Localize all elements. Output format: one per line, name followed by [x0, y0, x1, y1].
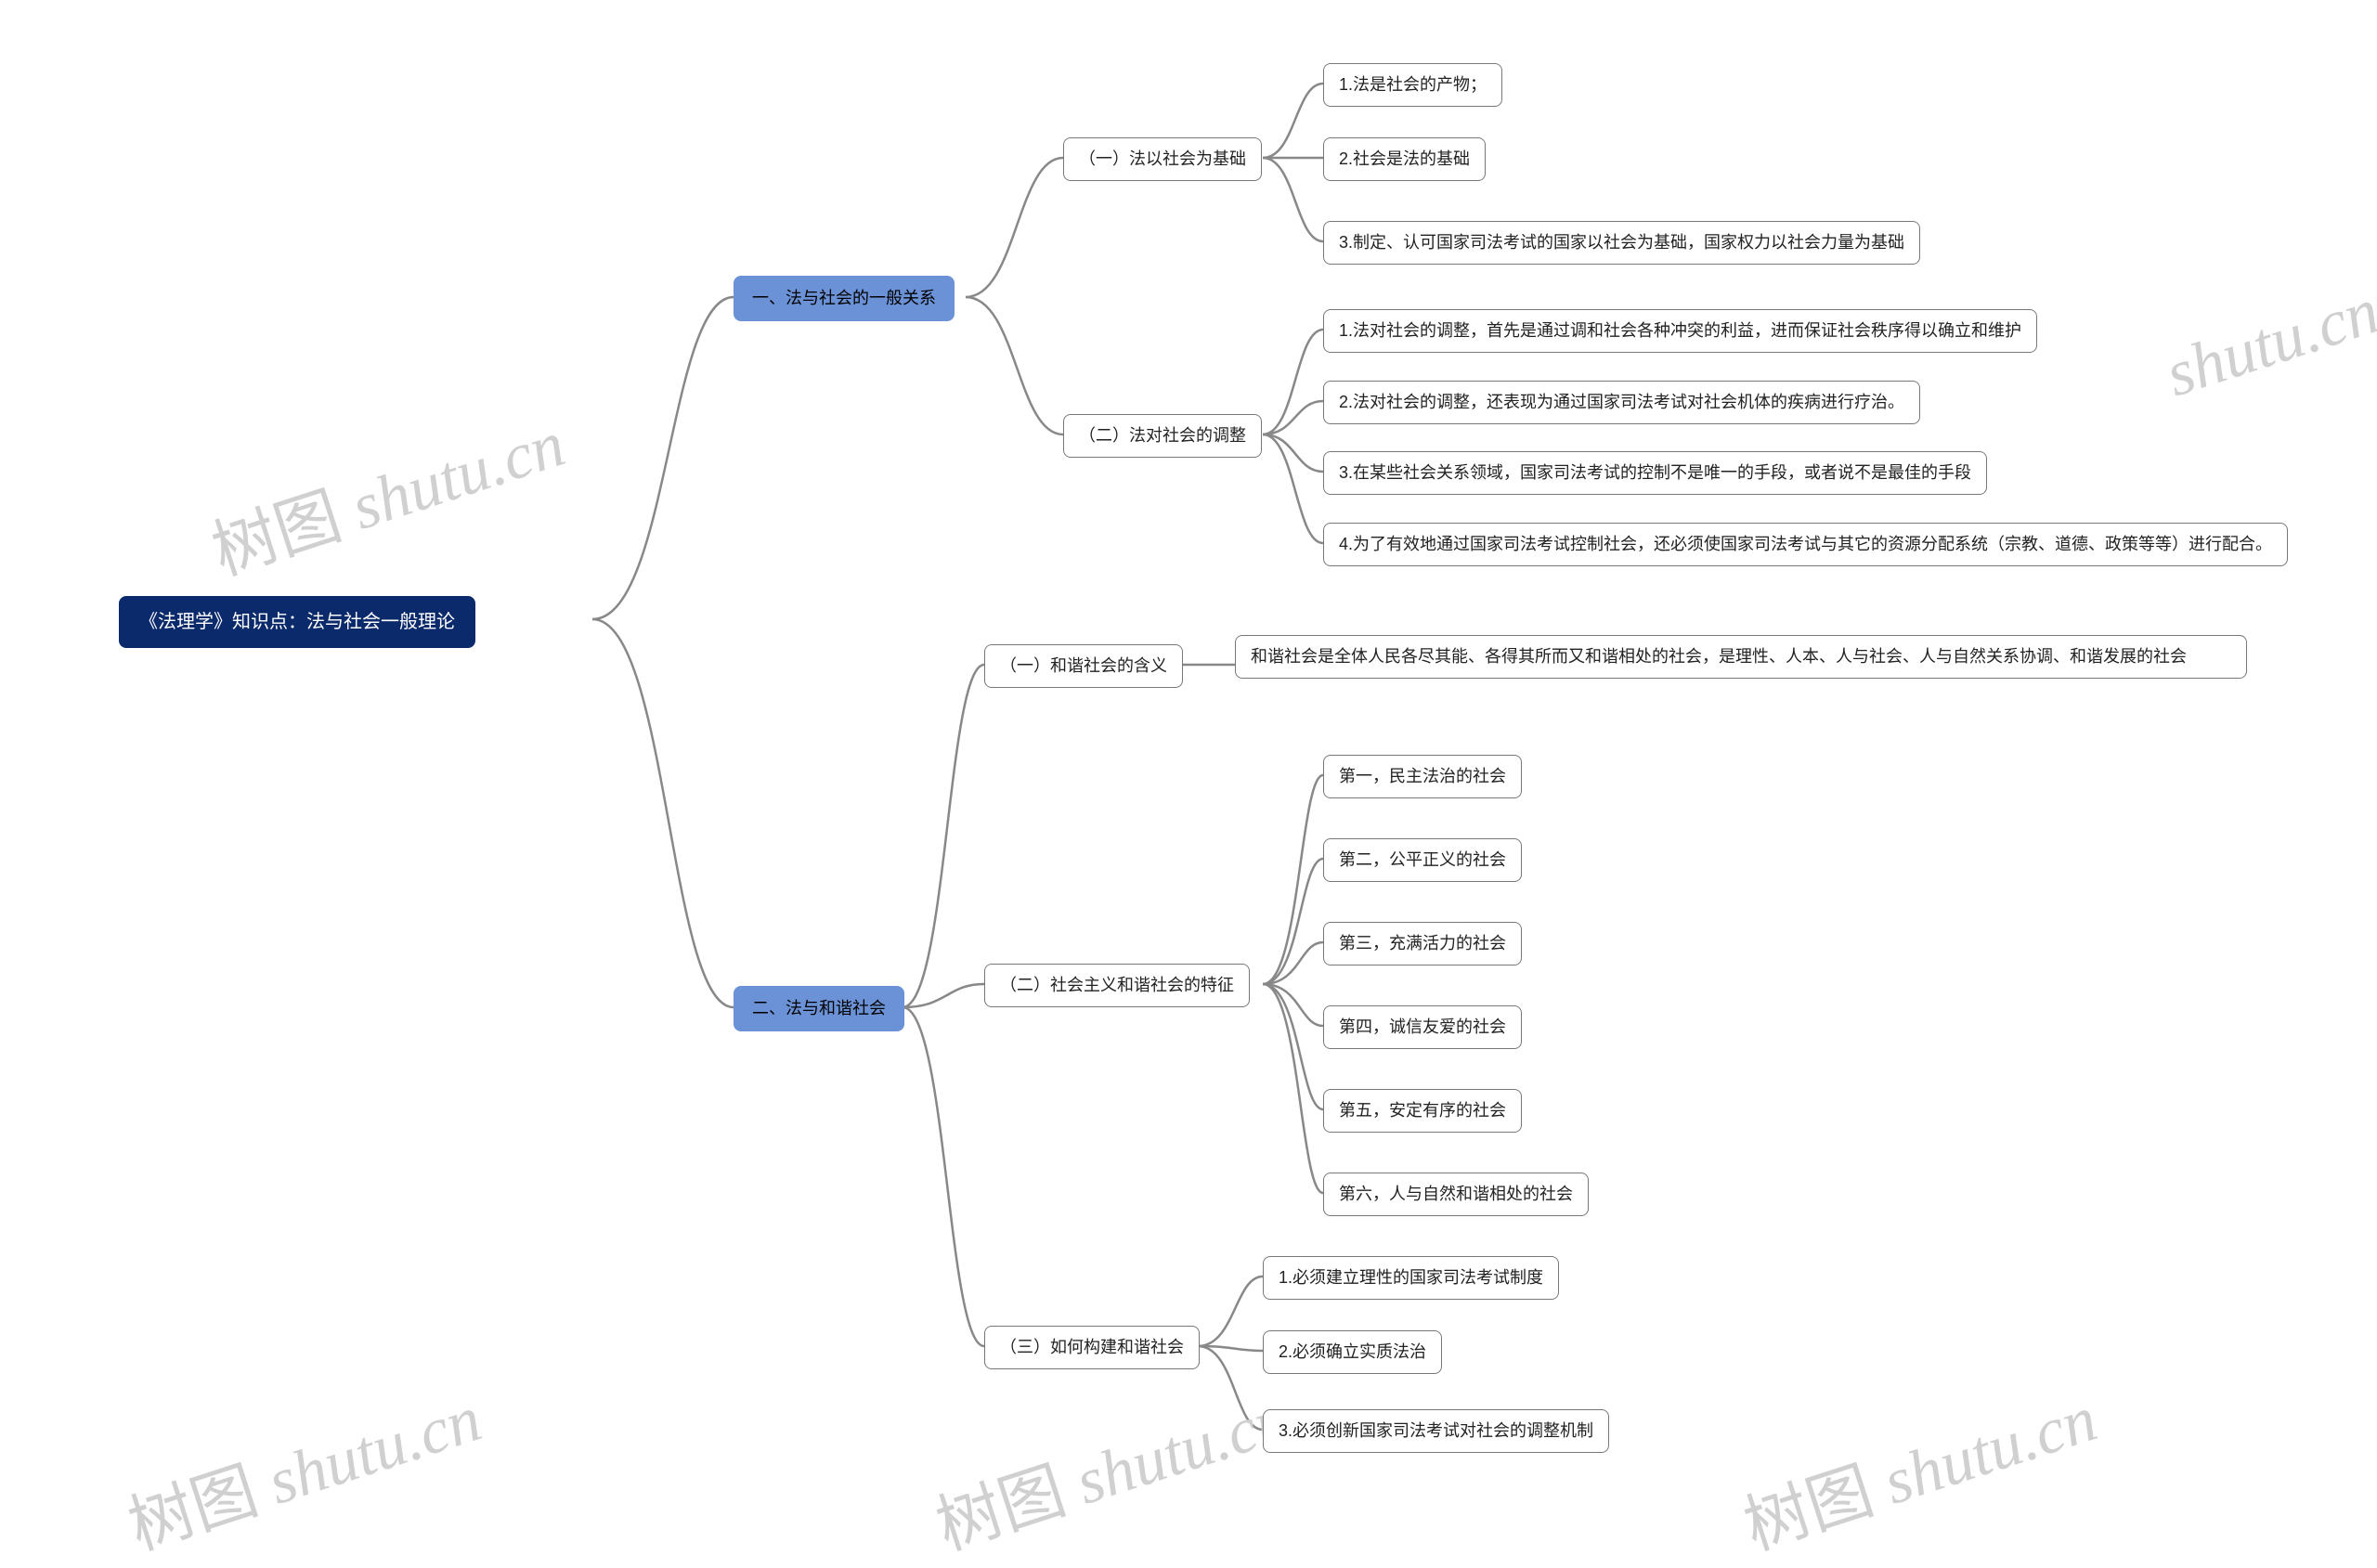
node-1-1[interactable]: （一）法以社会为基础 [1063, 137, 1262, 181]
watermark: 树图 shutu.cn [1731, 1367, 2107, 1568]
node-2-2-4[interactable]: 第四，诚信友爱的社会 [1323, 1005, 1522, 1049]
branch-1[interactable]: 一、法与社会的一般关系 [734, 276, 955, 321]
node-2-3-1[interactable]: 1.必须建立理性的国家司法考试制度 [1263, 1256, 1559, 1300]
node-2-2-5[interactable]: 第五，安定有序的社会 [1323, 1089, 1522, 1133]
node-2-3[interactable]: （三）如何构建和谐社会 [984, 1326, 1200, 1369]
watermark: 树图 shutu.cn [199, 392, 575, 593]
node-2-2-1[interactable]: 第一，民主法治的社会 [1323, 755, 1522, 798]
node-2-1[interactable]: （一）和谐社会的含义 [984, 644, 1183, 688]
node-2-2-2[interactable]: 第二，公平正义的社会 [1323, 838, 1522, 882]
node-2-2[interactable]: （二）社会主义和谐社会的特征 [984, 964, 1250, 1007]
root-node[interactable]: 《法理学》知识点：法与社会一般理论 [119, 596, 475, 648]
branch-2[interactable]: 二、法与和谐社会 [734, 986, 904, 1031]
node-2-3-2[interactable]: 2.必须确立实质法治 [1263, 1330, 1442, 1374]
node-1-1-1[interactable]: 1.法是社会的产物； [1323, 63, 1502, 107]
node-1-2-1[interactable]: 1.法对社会的调整，首先是通过调和社会各种冲突的利益，进而保证社会秩序得以确立和… [1323, 309, 2037, 353]
node-2-2-6[interactable]: 第六，人与自然和谐相处的社会 [1323, 1173, 1589, 1216]
node-1-1-2[interactable]: 2.社会是法的基础 [1323, 137, 1486, 181]
watermark: 树图 shutu.cn [115, 1367, 491, 1568]
node-1-2[interactable]: （二）法对社会的调整 [1063, 414, 1262, 458]
node-2-2-3[interactable]: 第三，充满活力的社会 [1323, 922, 1522, 965]
connector-lines [0, 0, 2377, 1538]
watermark: shutu.cn [2157, 275, 2377, 413]
node-1-2-4[interactable]: 4.为了有效地通过国家司法考试控制社会，还必须使国家司法考试与其它的资源分配系统… [1323, 523, 2288, 566]
node-1-2-3[interactable]: 3.在某些社会关系领域，国家司法考试的控制不是唯一的手段，或者说不是最佳的手段 [1323, 451, 1987, 495]
node-2-3-3[interactable]: 3.必须创新国家司法考试对社会的调整机制 [1263, 1409, 1609, 1453]
node-1-1-3[interactable]: 3.制定、认可国家司法考试的国家以社会为基础，国家权力以社会力量为基础 [1323, 221, 1920, 265]
watermark: 树图 shutu.cn [923, 1367, 1299, 1568]
node-1-2-2[interactable]: 2.法对社会的调整，还表现为通过国家司法考试对社会机体的疾病进行疗治。 [1323, 381, 1920, 424]
node-2-1-1[interactable]: 和谐社会是全体人民各尽其能、各得其所而又和谐相处的社会，是理性、人本、人与社会、… [1235, 635, 2247, 679]
